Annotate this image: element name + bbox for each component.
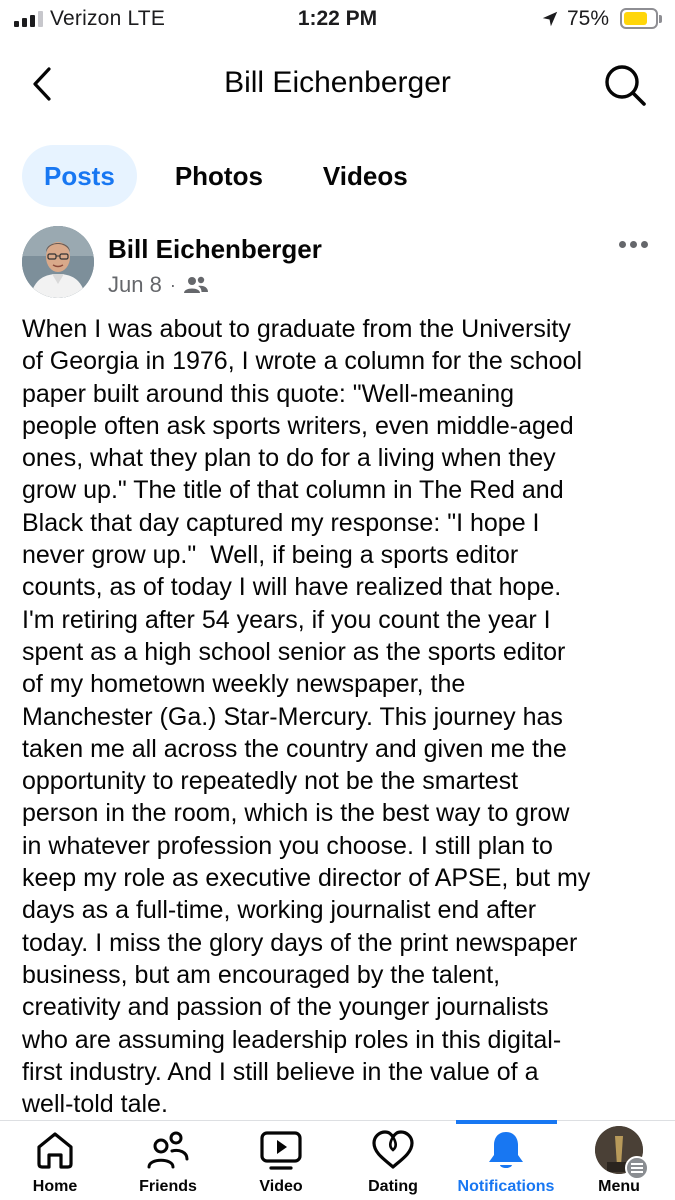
post-text-line: today. I miss the glory days of the prin… [22, 928, 578, 957]
post-text-line: never grow up." Well, if being a sports … [22, 541, 519, 570]
status-bar: Verizon LTE 1:22 PM 75% [0, 0, 675, 40]
author-avatar[interactable] [22, 226, 94, 298]
post-text-line: first industry. And I still believe in t… [22, 1057, 539, 1086]
nav-menu[interactable]: Menu [564, 1121, 674, 1200]
post-text-line: of my hometown weekly newspaper, the [22, 670, 466, 699]
nav-home-label: Home [32, 1178, 78, 1195]
tab-posts[interactable]: Posts [22, 145, 137, 207]
nav-home[interactable]: Home [0, 1121, 110, 1200]
nav-friends-label: Friends [139, 1178, 197, 1195]
bell-icon [489, 1132, 523, 1168]
more-options-button[interactable] [613, 234, 653, 254]
more-options-icon [618, 240, 626, 248]
post-text-line: well-told tale. [22, 1090, 168, 1119]
post-text-line: grow up." The title of that column in Th… [22, 476, 564, 505]
video-icon [260, 1131, 302, 1170]
post-text-line: ones, what they plan to do for a living … [22, 444, 556, 473]
post-text-line: paper built around this quote: "Well-mea… [22, 379, 515, 408]
profile-tabs: Posts Photos Videos [22, 145, 430, 207]
post-text-line: who are assuming leadership roles in thi… [22, 1025, 562, 1054]
nav-dating-label: Dating [368, 1178, 418, 1195]
nav-video-label: Video [259, 1178, 303, 1195]
home-icon [37, 1132, 73, 1169]
post-text-line: business, but am encouraged by the talen… [22, 960, 501, 989]
post-text-line: opportunity to repeatedly not be the sma… [22, 767, 519, 796]
nav-notifications[interactable]: Notifications [451, 1121, 561, 1200]
post-text-line: days as a full-time, working journalist … [22, 896, 537, 925]
post-text-line: spent as a high school senior as the spo… [22, 637, 566, 666]
post-text-line: taken me all across the country and give… [22, 734, 567, 763]
post-text-line: keep my role as executive director of AP… [22, 864, 591, 893]
friends-icon [147, 1131, 189, 1169]
meta-separator: · [169, 274, 176, 295]
post-date[interactable]: Jun 8 [108, 272, 162, 298]
nav-friends[interactable]: Friends [113, 1121, 223, 1200]
post-author-name[interactable]: Bill Eichenberger [108, 234, 322, 265]
post-text-line: Black that day captured my response: "I … [22, 508, 540, 537]
search-button[interactable] [600, 60, 650, 110]
nav-menu-label: Menu [598, 1178, 640, 1195]
post-text-line: person in the room, which is the best wa… [22, 799, 570, 828]
battery-percent: 75% [567, 7, 610, 30]
page-title: Bill Eichenberger [224, 66, 451, 99]
friends-audience-icon [183, 276, 208, 293]
post-meta: Jun 8 · [108, 272, 208, 298]
post-text-line: people often ask sports writers, even mi… [22, 411, 574, 440]
post-text-line: Manchester (Ga.) Star-Mercury. This jour… [22, 702, 563, 731]
dating-heart-icon [372, 1130, 414, 1169]
profile-header: Bill Eichenberger [0, 52, 675, 116]
post-text-line: When I was about to graduate from the Un… [22, 315, 571, 343]
nav-dating[interactable]: Dating [338, 1121, 448, 1200]
post-text-line: I'm retiring after 54 years, if you coun… [22, 605, 551, 634]
post-header: Bill Eichenberger Jun 8 · [22, 226, 653, 302]
post-text: When I was about to graduate from the Un… [22, 313, 653, 1120]
post-text-line: of Georgia in 1976, I wrote a column for… [22, 347, 583, 376]
post-text-line: counts, as of today I will have realized… [22, 573, 562, 602]
profile-menu-icon [595, 1126, 649, 1180]
menu-hamburger-badge [625, 1156, 649, 1180]
battery-icon [620, 8, 662, 29]
post-text-line: creativity and passion of the younger jo… [22, 993, 549, 1022]
search-icon [605, 65, 646, 106]
nav-notifications-label: Notifications [457, 1178, 555, 1195]
bottom-navigation: Home Friends Video Dating Notifications … [0, 1120, 675, 1200]
post-text-line: in whatever profession you choose. I sti… [22, 831, 553, 860]
location-arrow-icon [542, 11, 558, 27]
tab-photos[interactable]: Photos [153, 145, 285, 207]
tab-videos[interactable]: Videos [301, 145, 430, 207]
nav-video[interactable]: Video [226, 1121, 336, 1200]
